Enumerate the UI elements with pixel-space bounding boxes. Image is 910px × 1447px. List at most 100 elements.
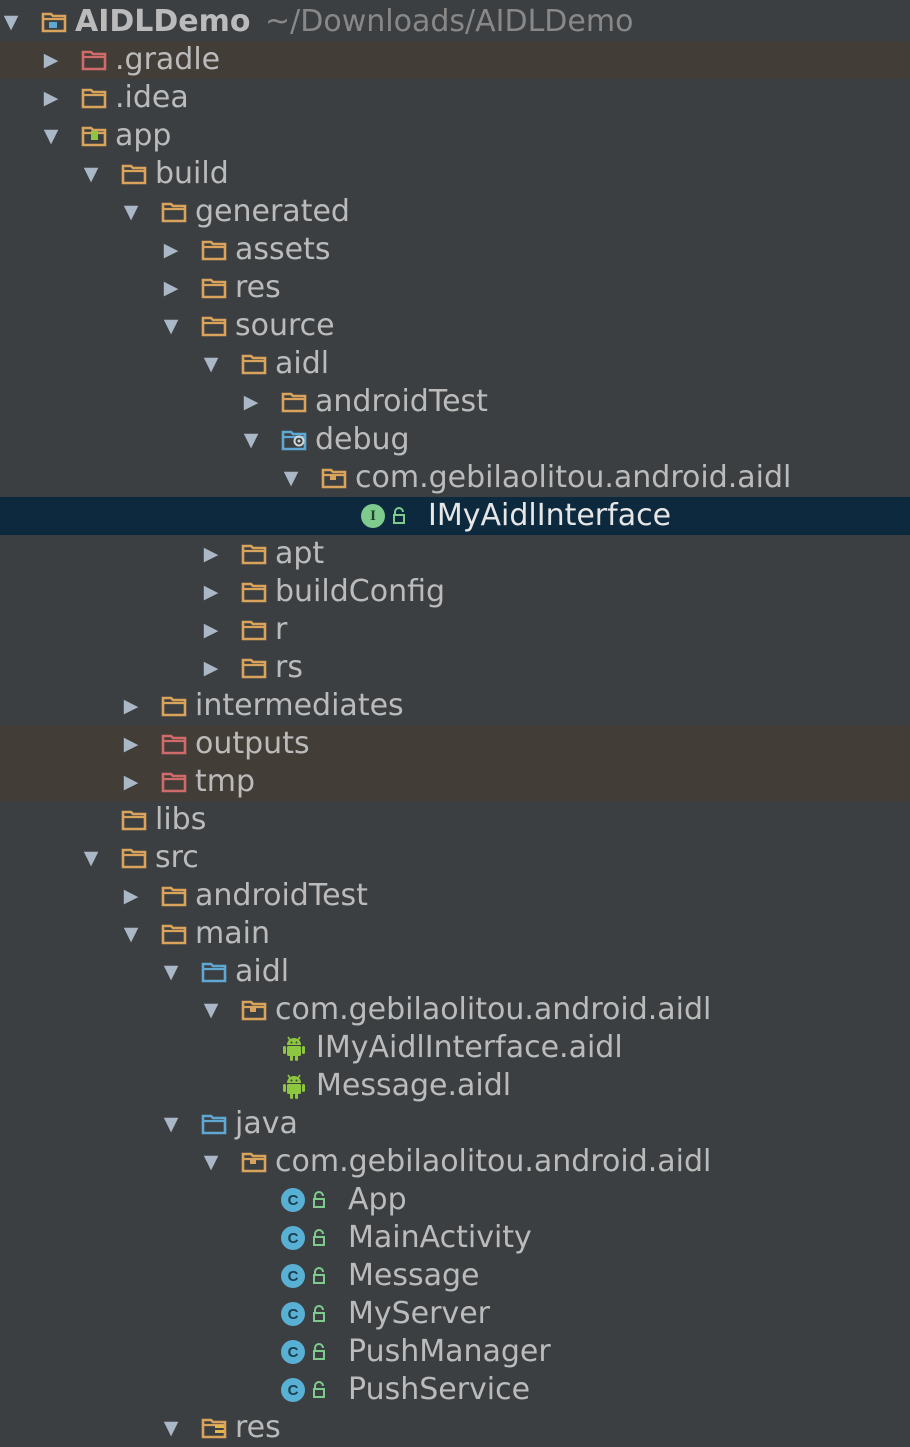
- collapse-arrow-icon[interactable]: ▶: [121, 687, 141, 725]
- tree-row[interactable]: Message.aidl: [0, 1067, 910, 1105]
- expand-arrow-icon[interactable]: ▼: [41, 117, 61, 155]
- tree-row-label: IMyAidlInterface: [428, 498, 672, 533]
- package-icon: [321, 459, 349, 497]
- tree-row-label: r: [275, 612, 288, 647]
- tree-row-label: AIDLDemo: [75, 4, 251, 39]
- interface-icon: I: [361, 497, 407, 535]
- tree-row[interactable]: ▼ res: [0, 1409, 910, 1447]
- tree-row-label: .gradle: [115, 42, 221, 77]
- folder-icon: [201, 231, 229, 269]
- tree-row-label: MainActivity: [348, 1220, 532, 1255]
- tree-row[interactable]: ▶ buildConfig: [0, 573, 910, 611]
- project-tree: ▼ AIDLDemo ~/Downloads/AIDLDemo ▶ .gradle ▶ .i…: [0, 0, 910, 1446]
- tree-row[interactable]: ▶ tmp: [0, 763, 910, 801]
- android-file-icon: [281, 1067, 307, 1105]
- collapse-arrow-icon[interactable]: ▶: [201, 535, 221, 573]
- collapse-arrow-icon[interactable]: ▶: [241, 383, 261, 421]
- collapse-arrow-icon[interactable]: ▶: [121, 725, 141, 763]
- tree-row[interactable]: ▼ debug: [0, 421, 910, 459]
- tree-row[interactable]: C PushManager: [0, 1333, 910, 1371]
- tree-row-label: PushService: [348, 1372, 531, 1407]
- expand-arrow-icon[interactable]: ▼: [201, 991, 221, 1029]
- tree-row[interactable]: C Message: [0, 1257, 910, 1295]
- tree-row[interactable]: ▶ androidTest: [0, 383, 910, 421]
- tree-row[interactable]: ▶ .idea: [0, 79, 910, 117]
- tree-row[interactable]: ▶ apt: [0, 535, 910, 573]
- collapse-arrow-icon[interactable]: ▶: [201, 649, 221, 687]
- tree-row[interactable]: ▶ rs: [0, 649, 910, 687]
- tree-row[interactable]: libs: [0, 801, 910, 839]
- tree-row[interactable]: ▼ com.gebilaolitou.android.aidl: [0, 991, 910, 1029]
- tree-row-label: debug: [315, 422, 410, 457]
- expand-arrow-icon[interactable]: ▼: [161, 953, 181, 991]
- folder-icon: [201, 307, 229, 345]
- tree-row-label: main: [195, 916, 270, 951]
- tree-row-label: generated: [195, 194, 350, 229]
- expand-arrow-icon[interactable]: ▼: [281, 459, 301, 497]
- tree-row-label: src: [155, 840, 199, 875]
- tree-row[interactable]: ▶ androidTest: [0, 877, 910, 915]
- tree-row-label: IMyAidlInterface.aidl: [316, 1030, 623, 1065]
- tree-row[interactable]: ▼ com.gebilaolitou.android.aidl: [0, 1143, 910, 1181]
- collapse-arrow-icon[interactable]: ▶: [41, 41, 61, 79]
- tree-row-label: intermediates: [195, 688, 404, 723]
- tree-row[interactable]: ▼ AIDLDemo ~/Downloads/AIDLDemo: [0, 3, 910, 41]
- collapse-arrow-icon[interactable]: ▶: [201, 573, 221, 611]
- tree-row[interactable]: ▶ .gradle: [0, 41, 910, 79]
- tree-row[interactable]: ▼ main: [0, 915, 910, 953]
- collapse-arrow-icon[interactable]: ▶: [121, 877, 141, 915]
- expand-arrow-icon[interactable]: ▼: [81, 155, 101, 193]
- expand-arrow-icon[interactable]: ▼: [1, 3, 21, 41]
- package-icon: [241, 991, 269, 1029]
- tree-row[interactable]: C MyServer: [0, 1295, 910, 1333]
- tree-row[interactable]: ▶ r: [0, 611, 910, 649]
- collapse-arrow-icon[interactable]: ▶: [121, 763, 141, 801]
- expand-arrow-icon[interactable]: ▼: [201, 345, 221, 383]
- tree-row[interactable]: ▼ source: [0, 307, 910, 345]
- tree-row-label: MyServer: [348, 1296, 491, 1331]
- module-folder-icon: [41, 3, 69, 41]
- tree-row[interactable]: C MainActivity: [0, 1219, 910, 1257]
- tree-row[interactable]: ▼ app: [0, 117, 910, 155]
- android-module-icon: [81, 117, 109, 155]
- tree-row[interactable]: ▶ intermediates: [0, 687, 910, 725]
- tree-row-label: aidl: [275, 346, 330, 381]
- tree-row[interactable]: ▼ com.gebilaolitou.android.aidl: [0, 459, 910, 497]
- tree-row-label: tmp: [195, 764, 256, 799]
- tree-row[interactable]: ▼ generated: [0, 193, 910, 231]
- tree-row-label: res: [235, 270, 281, 305]
- tree-row[interactable]: I IMyAidlInterface: [0, 497, 910, 535]
- tree-row[interactable]: C App: [0, 1181, 910, 1219]
- expand-arrow-icon[interactable]: ▼: [161, 1409, 181, 1447]
- tree-row[interactable]: IMyAidlInterface.aidl: [0, 1029, 910, 1067]
- tree-row[interactable]: ▼ aidl: [0, 953, 910, 991]
- tree-row-label: com.gebilaolitou.android.aidl: [275, 992, 712, 1027]
- collapse-arrow-icon[interactable]: ▶: [41, 79, 61, 117]
- project-path: ~/Downloads/AIDLDemo: [265, 4, 634, 39]
- tree-row[interactable]: ▼ java: [0, 1105, 910, 1143]
- tree-row[interactable]: ▼ build: [0, 155, 910, 193]
- folder-icon: [161, 193, 189, 231]
- tree-row-label: build: [155, 156, 229, 191]
- tree-row[interactable]: ▼ aidl: [0, 345, 910, 383]
- tree-row[interactable]: ▼ src: [0, 839, 910, 877]
- tree-row[interactable]: ▶ assets: [0, 231, 910, 269]
- folder-icon: [161, 877, 189, 915]
- tree-row[interactable]: C PushService: [0, 1371, 910, 1409]
- collapse-arrow-icon[interactable]: ▶: [161, 231, 181, 269]
- tree-row[interactable]: ▶ res: [0, 269, 910, 307]
- folder-icon: [81, 79, 109, 117]
- expand-arrow-icon[interactable]: ▼: [241, 421, 261, 459]
- expand-arrow-icon[interactable]: ▼: [161, 1105, 181, 1143]
- expand-arrow-icon[interactable]: ▼: [121, 915, 141, 953]
- tree-row-label: app: [115, 118, 172, 153]
- expand-arrow-icon[interactable]: ▼: [161, 307, 181, 345]
- collapse-arrow-icon[interactable]: ▶: [161, 269, 181, 307]
- tree-row[interactable]: ▶ outputs: [0, 725, 910, 763]
- expand-arrow-icon[interactable]: ▼: [201, 1143, 221, 1181]
- folder-icon: [161, 687, 189, 725]
- expand-arrow-icon[interactable]: ▼: [81, 839, 101, 877]
- expand-arrow-icon[interactable]: ▼: [121, 193, 141, 231]
- collapse-arrow-icon[interactable]: ▶: [201, 611, 221, 649]
- folder-icon: [241, 345, 269, 383]
